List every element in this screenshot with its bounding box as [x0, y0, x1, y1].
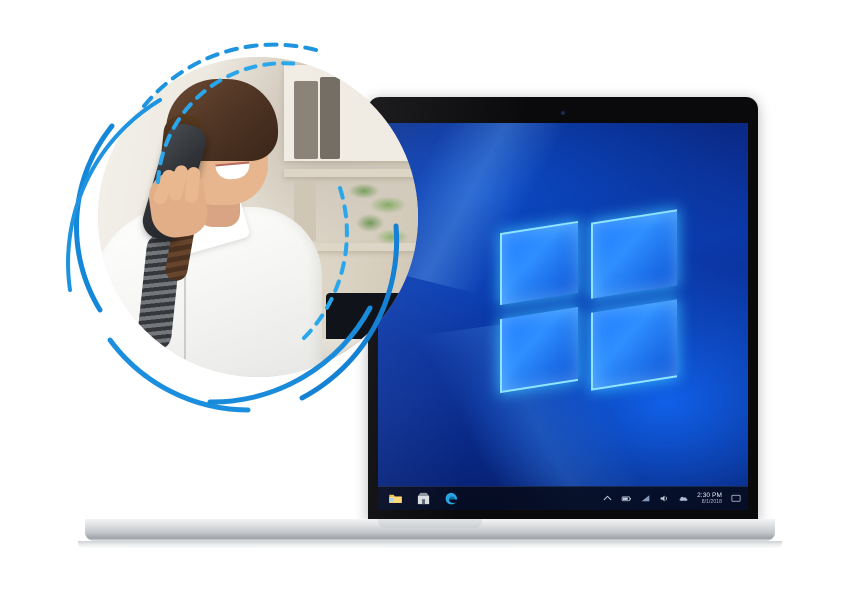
decorative-arcs: [66, 42, 400, 413]
windows-taskbar: 2:30 PM 8/1/2018: [378, 486, 748, 510]
volume-icon[interactable]: [659, 493, 670, 504]
arc-solid-outer-left: [74, 123, 115, 313]
clock-time: 2:30 PM: [697, 491, 722, 499]
microsoft-store-icon[interactable]: [416, 491, 431, 506]
arc-solid-right: [299, 223, 400, 401]
clock-date: 8/1/2018: [701, 498, 722, 505]
scene-root: Spotlight ✕ 2: [0, 0, 860, 608]
windows-logo-pane-bottom-right: [591, 299, 677, 391]
edge-browser-icon[interactable]: [444, 491, 459, 506]
arc-dashed-right: [300, 186, 349, 342]
arc-dashed-inner-top: [156, 61, 300, 184]
laptop-base-notch: [378, 519, 482, 528]
taskbar-pinned-apps: [378, 491, 459, 506]
windows-logo-pane-top-left: [500, 220, 578, 306]
windows-logo-pane-bottom-left: [500, 306, 578, 394]
webcam-icon: [561, 111, 565, 115]
laptop-base: [85, 519, 775, 541]
windows-logo-pane-top-right: [591, 209, 677, 299]
battery-icon[interactable]: [621, 493, 632, 504]
action-center-icon[interactable]: [730, 493, 742, 504]
arc-solid-bottom: [207, 305, 373, 405]
show-hidden-icons-icon[interactable]: [602, 493, 613, 504]
taskbar-clock[interactable]: 2:30 PM 8/1/2018: [697, 492, 722, 506]
onedrive-icon[interactable]: [678, 493, 689, 504]
file-explorer-icon[interactable]: [388, 491, 403, 506]
laptop-base-foot: [78, 541, 782, 548]
network-icon[interactable]: [640, 493, 651, 504]
system-tray: 2:30 PM 8/1/2018: [602, 492, 748, 506]
